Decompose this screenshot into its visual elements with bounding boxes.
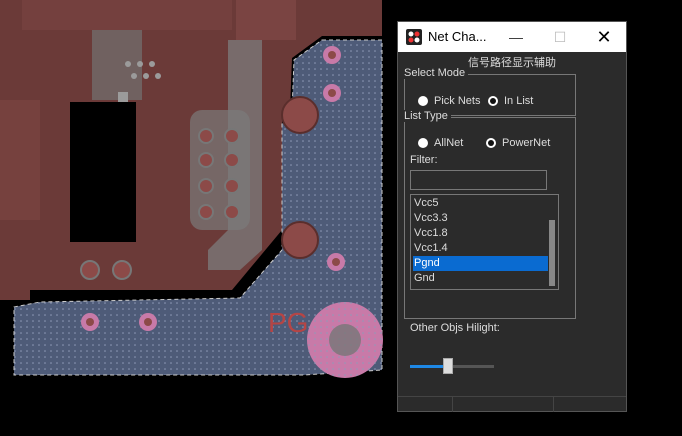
highlight-pad xyxy=(307,302,383,378)
radio-power-net-label: PowerNet xyxy=(502,137,551,149)
pcb-via xyxy=(224,152,240,168)
radio-indicator xyxy=(488,96,498,106)
smd-pad xyxy=(149,61,155,67)
ic-chip xyxy=(70,102,136,242)
pcb-via xyxy=(80,260,100,280)
radio-power-net[interactable]: PowerNet xyxy=(486,137,550,149)
net-list-item[interactable]: Vcc1.4 xyxy=(413,241,548,256)
title-bar[interactable]: Net Cha... — ☐ ✕ xyxy=(398,22,626,52)
smd-pad xyxy=(137,61,143,67)
pcb-via xyxy=(224,204,240,220)
via-hole xyxy=(86,318,94,326)
radio-indicator xyxy=(418,138,428,148)
large-pad xyxy=(281,221,319,259)
radio-all-net-label: AllNet xyxy=(434,137,464,149)
silk-text: PG xyxy=(268,307,308,338)
status-cell xyxy=(453,397,554,412)
pcb-via xyxy=(198,152,214,168)
large-pad xyxy=(281,96,319,134)
net-list-item[interactable]: Vcc5 xyxy=(413,196,548,211)
radio-pick-nets-label: Pick Nets xyxy=(434,95,481,107)
pcb-via xyxy=(198,204,214,220)
via-hole xyxy=(328,51,336,59)
radio-indicator xyxy=(486,138,496,148)
radio-in-list[interactable]: In List xyxy=(488,95,533,107)
smd-pad xyxy=(155,73,161,79)
net-list[interactable]: Vcc5 Vcc3.3 Vcc1.8 Vcc1.4 Pgnd Gnd xyxy=(410,194,559,290)
net-chart-panel: Net Cha... — ☐ ✕ 信号路径显示辅助 Select Mode Pi… xyxy=(397,21,627,412)
ic-pin-marker xyxy=(118,92,128,102)
pcb-via xyxy=(224,128,240,144)
status-bar xyxy=(398,396,626,412)
net-list-item[interactable]: Pgnd xyxy=(413,256,548,271)
via-hole xyxy=(144,318,152,326)
close-button[interactable]: ✕ xyxy=(582,22,626,52)
list-scrollbar[interactable] xyxy=(547,196,557,288)
pcb-via xyxy=(224,178,240,194)
radio-indicator xyxy=(418,96,428,106)
pcb-via xyxy=(112,260,132,280)
scrollbar-thumb[interactable] xyxy=(549,220,555,286)
window-title: Net Cha... xyxy=(428,29,487,44)
radio-in-list-label: In List xyxy=(504,95,534,107)
pcb-via xyxy=(198,128,214,144)
filter-label: Filter: xyxy=(410,154,438,166)
radio-pick-nets[interactable]: Pick Nets xyxy=(418,95,480,107)
minimize-button[interactable]: — xyxy=(494,22,538,52)
smd-pad xyxy=(131,73,137,79)
maximize-button[interactable]: ☐ xyxy=(538,22,582,52)
net-list-item[interactable]: Vcc1.8 xyxy=(413,226,548,241)
status-cell xyxy=(398,397,453,412)
hilight-label: Other Objs Hilight: xyxy=(410,322,500,334)
via-hole xyxy=(328,89,336,97)
smd-pad xyxy=(143,73,149,79)
pcb-via xyxy=(198,178,214,194)
select-mode-legend: Select Mode xyxy=(404,67,469,79)
via-hole xyxy=(332,258,340,266)
list-type-legend: List Type xyxy=(404,110,451,122)
smd-pad xyxy=(125,61,131,67)
net-list-item[interactable]: Gnd xyxy=(413,271,548,286)
hilight-slider[interactable] xyxy=(410,356,494,376)
net-list-item[interactable]: Vcc3.3 xyxy=(413,211,548,226)
slider-thumb[interactable] xyxy=(443,358,453,374)
radio-all-net[interactable]: AllNet xyxy=(418,137,463,149)
app-icon xyxy=(406,29,422,45)
filter-input[interactable] xyxy=(410,170,547,190)
